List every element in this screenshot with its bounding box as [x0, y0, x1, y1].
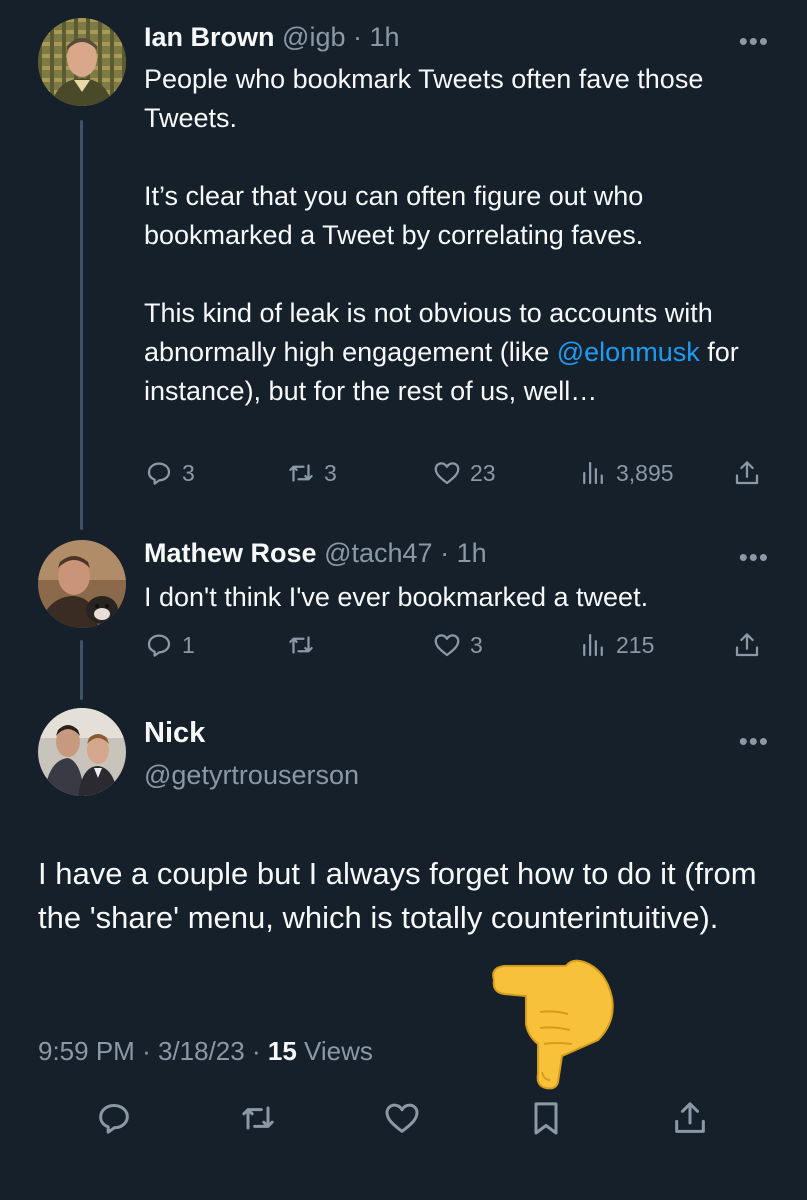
tweet-paragraph: I don't think I've ever bookmarked a twe… [144, 582, 649, 612]
more-options-icon[interactable]: ••• [739, 544, 769, 570]
like-count: 3 [470, 631, 483, 658]
tweet-time[interactable]: 1h [457, 538, 487, 568]
reply-button[interactable]: 3 [144, 458, 195, 488]
like-icon [434, 634, 460, 657]
share-icon [735, 633, 759, 657]
views-count: 215 [616, 631, 655, 658]
share-button[interactable] [732, 630, 770, 660]
avatar-ian-brown[interactable] [38, 18, 126, 106]
more-options-icon[interactable]: ••• [739, 728, 769, 754]
share-icon [675, 1102, 705, 1133]
tweet-paragraph: It’s clear that you can often figure out… [144, 181, 644, 250]
like-count: 23 [470, 459, 496, 486]
reply-count: 1 [182, 631, 195, 658]
author-name[interactable]: Ian Brown [144, 22, 275, 52]
views-button[interactable]: 3,895 [578, 458, 674, 488]
separator-dot: · [440, 538, 450, 568]
tweet-body: People who bookmark Tweets often fave th… [144, 60, 764, 411]
tweet-header: Mathew Rose @tach47 · 1h [144, 538, 487, 569]
retweet-count: 3 [324, 459, 337, 486]
retweet-icon [289, 464, 313, 482]
avatar-mathew-rose[interactable] [38, 540, 126, 628]
main-tweet-text: I have a couple but I always forget how … [38, 856, 757, 935]
tweet-date[interactable]: 3/18/23 [158, 1036, 245, 1066]
thread-connector-line [80, 640, 83, 700]
main-tweet-actions [0, 1098, 807, 1142]
views-button[interactable]: 215 [578, 630, 654, 660]
views-icon [583, 633, 603, 657]
views-count[interactable]: 15 [268, 1036, 297, 1066]
reply-button[interactable]: 1 [144, 630, 195, 660]
tweet-body: I don't think I've ever bookmarked a twe… [144, 578, 764, 617]
avatar-nick[interactable] [38, 708, 126, 796]
tweet-actions: 1 3 215 [144, 630, 768, 666]
author-handle[interactable]: @igb [282, 22, 345, 52]
reply-icon [147, 462, 171, 485]
author-handle[interactable]: @tach47 [324, 538, 432, 568]
mention-link[interactable]: @elonmusk [557, 337, 700, 367]
separator-dot: · [353, 22, 362, 52]
reply-count: 3 [182, 459, 195, 486]
reply-button[interactable] [94, 1098, 134, 1138]
retweet-icon [289, 636, 313, 654]
tweet-time[interactable]: 9:59 PM [38, 1036, 135, 1066]
reply-icon [147, 634, 171, 657]
tweet-paragraph: People who bookmark Tweets often fave th… [144, 64, 704, 133]
tweet-meta: 9:59 PM · 3/18/23 · 15 Views [38, 1036, 373, 1067]
share-icon [735, 461, 759, 485]
like-icon [434, 462, 460, 485]
separator-dot: · [251, 1036, 261, 1066]
retweet-button[interactable]: 3 [286, 458, 337, 488]
share-button[interactable] [670, 1098, 710, 1138]
tweet-header: Ian Brown @igb · 1h [144, 22, 400, 53]
tweet-actions: 3 3 23 3,895 [144, 458, 768, 494]
retweet-button[interactable] [286, 630, 324, 660]
like-button[interactable]: 3 [432, 630, 483, 660]
like-button[interactable]: 23 [432, 458, 496, 488]
author-name[interactable]: Mathew Rose [144, 538, 317, 568]
main-author-handle[interactable]: @getyrtrouserson [144, 760, 359, 791]
share-button[interactable] [732, 458, 770, 488]
like-icon [385, 1103, 419, 1133]
tweet-paragraph: This kind of leak is not obvious to acco… [144, 294, 764, 411]
main-author-name[interactable]: Nick [144, 717, 205, 750]
more-options-icon[interactable]: ••• [739, 28, 769, 54]
tweet-time[interactable]: 1h [370, 22, 400, 52]
views-label[interactable]: Views [304, 1036, 373, 1066]
pointing-hand-emoji [492, 959, 614, 1090]
retweet-button[interactable] [238, 1098, 278, 1138]
bookmark-button[interactable] [526, 1098, 566, 1138]
views-count: 3,895 [616, 459, 674, 486]
thread-connector-line [80, 120, 83, 530]
views-icon [583, 461, 603, 485]
retweet-icon [242, 1106, 274, 1130]
separator-dot: · [142, 1036, 151, 1066]
like-button[interactable] [382, 1098, 422, 1138]
bookmark-icon [534, 1102, 558, 1135]
reply-icon [99, 1104, 129, 1134]
